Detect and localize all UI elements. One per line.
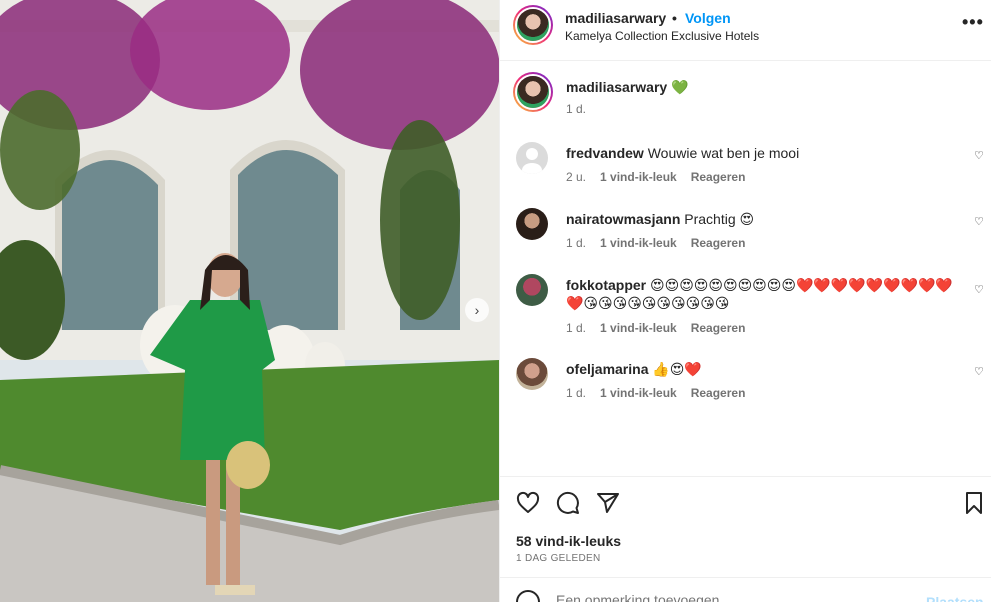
- heart-icon[interactable]: [516, 491, 540, 515]
- comment-likes[interactable]: 1 vind-ik-leuk: [600, 170, 677, 184]
- author-avatar[interactable]: [513, 5, 553, 45]
- emoji-icon[interactable]: [516, 590, 540, 602]
- post-actions: 58 vind-ik-leuks 1 DAG GELEDEN: [500, 476, 991, 576]
- comment-time: 1 d.: [566, 321, 587, 335]
- reply-button[interactable]: Reageren: [691, 236, 746, 250]
- post-comment-button[interactable]: Plaatsen: [926, 594, 984, 602]
- add-comment-bar: Plaatsen: [500, 577, 991, 602]
- location-link[interactable]: Kamelya Collection Exclusive Hotels: [565, 29, 759, 43]
- author-username[interactable]: madiliasarwary: [565, 10, 666, 26]
- comment-item: fredvandew Wouwie wat ben je mooi 2 u. 1…: [500, 142, 991, 202]
- share-icon[interactable]: [596, 491, 620, 515]
- caption-time: 1 d.: [566, 102, 587, 116]
- next-photo-button[interactable]: ›: [465, 298, 489, 322]
- comment-likes[interactable]: 1 vind-ik-leuk: [600, 321, 677, 335]
- comment-text: Prachtig 😍: [684, 211, 755, 227]
- caption-text: 💚: [671, 79, 689, 95]
- comment-username[interactable]: ofeljamarina: [566, 361, 648, 377]
- comment-likes[interactable]: 1 vind-ik-leuk: [600, 236, 677, 250]
- reply-button[interactable]: Reageren: [691, 170, 746, 184]
- comment-icon[interactable]: [556, 491, 580, 515]
- comment-time: 1 d.: [566, 236, 587, 250]
- likes-count[interactable]: 58 vind-ik-leuks: [516, 533, 621, 549]
- separator-dot: •: [672, 10, 677, 26]
- post-panel: madiliasarwary • Volgen Kamelya Collecti…: [499, 0, 991, 602]
- reply-button[interactable]: Reageren: [691, 386, 746, 400]
- caption: madiliasarwary 💚 1 d.: [500, 62, 991, 126]
- comment-like-heart-icon[interactable]: ♡: [974, 365, 984, 378]
- reply-button[interactable]: Reageren: [691, 321, 746, 335]
- comment-avatar[interactable]: [516, 208, 548, 240]
- post-photo-illustration: [0, 0, 499, 602]
- comment-item: nairatowmasjann Prachtig 😍 1 d. 1 vind-i…: [500, 208, 991, 268]
- post-header: madiliasarwary • Volgen Kamelya Collecti…: [500, 0, 991, 61]
- bookmark-icon[interactable]: [962, 491, 986, 515]
- comment-like-heart-icon[interactable]: ♡: [974, 215, 984, 228]
- comment-time: 1 d.: [566, 386, 587, 400]
- follow-button[interactable]: Volgen: [685, 10, 731, 26]
- comments-list: madiliasarwary 💚 1 d. fredvandew Wouwie …: [500, 62, 991, 476]
- comment-avatar[interactable]: [516, 358, 548, 390]
- caption-avatar[interactable]: [513, 72, 553, 112]
- post-image[interactable]: ›: [0, 0, 499, 602]
- comment-item: ofeljamarina 👍😍❤️ 1 d. 1 vind-ik-leuk Re…: [500, 358, 991, 418]
- comment-avatar[interactable]: [516, 142, 548, 174]
- comment-username[interactable]: fokkotapper: [566, 277, 646, 293]
- comment-like-heart-icon[interactable]: ♡: [974, 149, 984, 162]
- post-date: 1 DAG GELEDEN: [516, 553, 601, 564]
- caption-username[interactable]: madiliasarwary: [566, 79, 667, 95]
- chevron-right-icon: ›: [474, 302, 480, 318]
- comment-text: 👍😍❤️: [652, 361, 702, 377]
- comment-time: 2 u.: [566, 170, 587, 184]
- comment-username[interactable]: nairatowmasjann: [566, 211, 680, 227]
- more-options-icon[interactable]: •••: [962, 12, 984, 33]
- comment-text: Wouwie wat ben je mooi: [647, 145, 800, 161]
- comment-item: fokkotapper 😍😍😍😍😍😍😍😍😍😍❤️❤️❤️❤️❤️❤️❤️❤️❤️…: [500, 274, 991, 350]
- comment-likes[interactable]: 1 vind-ik-leuk: [600, 386, 677, 400]
- comment-username[interactable]: fredvandew: [566, 145, 644, 161]
- comment-like-heart-icon[interactable]: ♡: [974, 283, 984, 296]
- comment-input[interactable]: [556, 592, 896, 602]
- comment-avatar[interactable]: [516, 274, 548, 306]
